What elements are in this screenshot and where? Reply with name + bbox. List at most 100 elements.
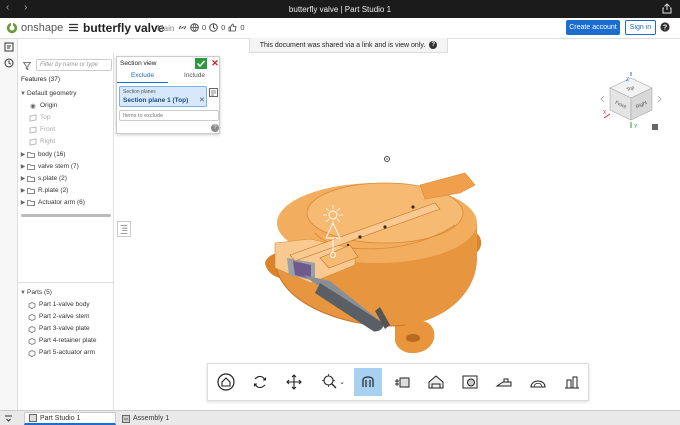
dialog-help-icon[interactable]: ? (211, 124, 219, 132)
caret-right-icon[interactable]: ▶ (19, 151, 27, 158)
section-planes-field[interactable]: Section planes Section plane 1 (Top) ✕ (119, 86, 207, 107)
views-count: 0 (202, 23, 207, 32)
folder-icon (27, 199, 35, 206)
cube-menu-icon[interactable] (652, 124, 658, 130)
feature-tree-panel: Filter by name or type Features (37) ▼ D… (18, 53, 114, 411)
hamburger-menu-icon[interactable] (69, 23, 78, 32)
assembly-icon (122, 414, 130, 423)
part-item[interactable]: Part 3-valve plate (28, 323, 90, 334)
origin-icon: ◉ (30, 102, 36, 110)
share-icon[interactable] (662, 3, 672, 14)
filter-icon[interactable] (23, 62, 31, 70)
history-icon[interactable] (4, 58, 14, 68)
caret-right-icon[interactable]: ▶ (19, 163, 27, 170)
tree-plane-top[interactable]: Top (29, 112, 50, 123)
caret-right-icon[interactable]: ▶ (19, 187, 27, 194)
tree-origin[interactable]: ◉ Origin (29, 100, 57, 111)
folder-icon (27, 163, 35, 170)
window-title: butterfly valve | Part Studio 1 (288, 4, 392, 14)
zoom-button[interactable]: ⌄ (314, 368, 352, 396)
create-account-button[interactable]: Create account (566, 20, 620, 35)
named-views-button[interactable] (558, 368, 586, 396)
tab-manager-icon[interactable] (4, 414, 13, 423)
banner-text: This document was shared via a link and … (259, 41, 426, 49)
chevron-down-icon[interactable]: ⌄ (339, 378, 345, 386)
zoom-icon (322, 374, 337, 389)
tree-plane-front[interactable]: Front (29, 124, 55, 135)
sign-in-button[interactable]: Sign in (625, 20, 656, 35)
measure-button[interactable] (422, 368, 450, 396)
globe-icon[interactable] (190, 23, 199, 32)
caret-right-icon[interactable]: ▶ (19, 199, 27, 206)
info-icon[interactable]: ? (429, 41, 438, 49)
help-icon[interactable]: ? (660, 22, 670, 32)
appearance-button[interactable] (490, 368, 518, 396)
branch-label[interactable]: Main (157, 24, 174, 33)
tree-plane-right[interactable]: Right (29, 136, 55, 147)
render-icon (462, 375, 478, 389)
features-header: Features (37) (21, 76, 61, 83)
document-tabs-bar: Part Studio 1 Assembly 1 (0, 410, 680, 425)
pan-button[interactable] (280, 368, 308, 396)
left-rail (0, 39, 18, 421)
home-view-button[interactable] (212, 368, 240, 396)
tree-feature-folder[interactable]: ▶ s.plate (2) (19, 173, 67, 184)
plane-icon (29, 125, 37, 134)
render-button[interactable] (456, 368, 484, 396)
tree-feature-folder[interactable]: ▶ body (16) (19, 149, 66, 160)
tab-exclude[interactable]: Exclude (117, 72, 168, 83)
section-planes-label: Section planes (123, 89, 156, 95)
axis-x-label: X (603, 110, 607, 116)
accept-check-icon[interactable] (195, 58, 207, 69)
tree-feature-folder[interactable]: ▶ R.plate (2) (19, 185, 69, 196)
section-planes-value: Section plane 1 (Top) (123, 97, 189, 104)
part-item[interactable]: Part 4-retainer plate (28, 335, 96, 346)
tab-include[interactable]: Include (169, 72, 220, 83)
filter-input[interactable]: Filter by name or type (36, 59, 112, 71)
part-item[interactable]: Part 5-actuator arm (28, 347, 95, 358)
remove-selection-icon[interactable]: ✕ (199, 96, 205, 104)
likes-count: 0 (240, 23, 245, 32)
plane-icon (29, 137, 37, 146)
back-forward-icon[interactable]: ‹ › (6, 2, 33, 13)
rotate-button[interactable] (246, 368, 274, 396)
copy-icon[interactable] (209, 23, 218, 32)
feature-tree-scrollbar[interactable] (21, 214, 111, 217)
toggle-list-icon[interactable] (117, 221, 131, 237)
rotate-right-icon[interactable] (657, 95, 662, 103)
tree-default-geometry[interactable]: ▼ Default geometry (19, 88, 76, 99)
appearance-icon (495, 378, 512, 387)
tab-part-studio[interactable]: Part Studio 1 (24, 412, 116, 425)
items-to-exclude-field[interactable]: Items to exclude (119, 110, 219, 121)
caret-down-icon[interactable]: ▼ (19, 91, 27, 97)
link-icon[interactable] (178, 23, 187, 32)
view-cube[interactable]: Top Front Right Z X Y (600, 72, 662, 134)
display-mode-button[interactable] (524, 368, 552, 396)
part-item[interactable]: Part 1-valve body (28, 299, 90, 310)
plane-options-icon[interactable] (209, 88, 218, 97)
copies-count: 0 (221, 23, 226, 32)
pan-icon (286, 374, 302, 390)
parts-header[interactable]: ▼ Parts (5) (19, 287, 52, 298)
explode-icon (395, 377, 410, 388)
rotate-left-icon[interactable] (600, 95, 605, 103)
tree-feature-folder[interactable]: ▶ Actuator arm (6) (19, 197, 85, 208)
valve-model[interactable] (265, 172, 482, 354)
tree-feature-folder[interactable]: ▶ valve stem (7) (19, 161, 79, 172)
feature-list-icon[interactable] (4, 42, 14, 52)
brand-name[interactable]: onshape (21, 22, 63, 34)
section-view-button[interactable] (354, 368, 382, 396)
explode-button[interactable] (388, 368, 416, 396)
onshape-logo-icon[interactable] (6, 22, 18, 34)
part-item[interactable]: Part 2-valve stem (28, 311, 90, 322)
folder-icon (27, 151, 35, 158)
like-icon[interactable] (228, 23, 237, 32)
measure-icon (428, 375, 444, 389)
tab-assembly[interactable]: Assembly 1 (118, 412, 173, 425)
part-icon (28, 325, 36, 333)
caret-down-icon[interactable]: ▼ (19, 290, 27, 296)
caret-right-icon[interactable]: ▶ (19, 175, 27, 182)
document-title[interactable]: butterfly valve (83, 21, 164, 35)
cancel-close-icon[interactable]: ✕ (210, 58, 220, 69)
axis-z-label: Z (626, 77, 629, 83)
